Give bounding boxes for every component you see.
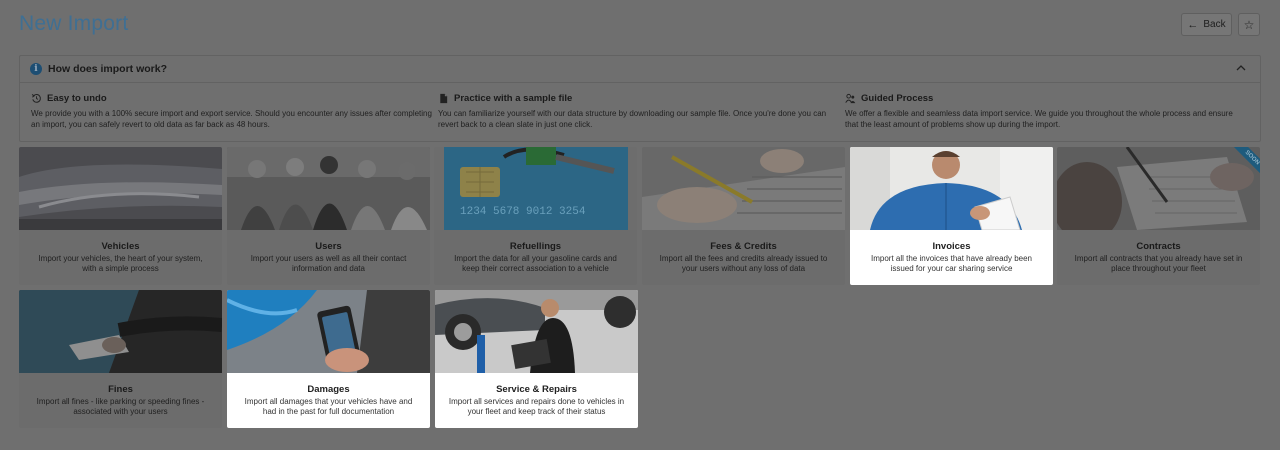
card-title: Invoices xyxy=(932,241,971,252)
card-description: Import all services and repairs done to … xyxy=(448,397,625,416)
card-title: Fines xyxy=(108,384,133,395)
info-panel-header[interactable]: i How does import work? xyxy=(20,56,1260,83)
card-title: Contracts xyxy=(1136,241,1181,252)
import-info-panel: i How does import work? Easy to undo We … xyxy=(19,55,1261,142)
star-icon: ☆ xyxy=(1243,17,1255,32)
card-title: Vehicles xyxy=(101,241,140,252)
import-card-fines[interactable]: Fines Import all fines - like parking or… xyxy=(19,290,222,428)
card-description: Import all the invoices that have alread… xyxy=(871,254,1032,273)
info-col-text: You can familiarize yourself with our da… xyxy=(438,109,827,129)
import-card-refuellings[interactable]: 1234 5678 9012 3254 Refuellings Import t… xyxy=(434,147,637,285)
info-title: How does import work? xyxy=(48,63,168,75)
card-description: Import all fines - like parking or speed… xyxy=(36,397,205,416)
info-col-undo: Easy to undo We provide you with a 100% … xyxy=(31,93,438,130)
contracts-image xyxy=(1057,147,1260,230)
card-description: Import your users as well as all their c… xyxy=(250,254,407,273)
fees-credits-image xyxy=(642,147,845,230)
page-title: New Import xyxy=(19,12,129,35)
info-col-title: Practice with a sample file xyxy=(454,93,573,104)
invoices-image xyxy=(850,147,1053,230)
info-col-sample: Practice with a sample file You can fami… xyxy=(438,93,845,130)
back-label: Back xyxy=(1203,19,1226,30)
import-card-users[interactable]: Users Import your users as well as all t… xyxy=(227,147,430,285)
import-card-damages[interactable]: Damages Import all damages that your veh… xyxy=(227,290,430,428)
service-repairs-image xyxy=(435,290,638,373)
info-col-text: We offer a flexible and seamless data im… xyxy=(845,109,1233,129)
fines-image xyxy=(19,290,222,373)
card-title: Refuellings xyxy=(509,241,562,252)
damages-image xyxy=(227,290,430,373)
file-icon xyxy=(440,93,448,104)
card-title: Fees & Credits xyxy=(710,241,777,252)
card-number-text: 1234 5678 9012 3254 xyxy=(460,206,586,218)
card-description: Import all contracts that you already ha… xyxy=(1074,254,1243,273)
card-description: Import all the fees and credits already … xyxy=(659,254,828,273)
refuellings-image: 1234 5678 9012 3254 xyxy=(434,147,637,230)
users-image xyxy=(227,147,430,230)
import-card-fees-credits[interactable]: Fees & Credits Import all the fees and c… xyxy=(642,147,845,285)
card-description: Import your vehicles, the heart of your … xyxy=(38,254,203,273)
card-title: Damages xyxy=(307,384,350,395)
import-card-invoices[interactable]: Invoices Import all the invoices that ha… xyxy=(850,147,1053,285)
info-col-title: Guided Process xyxy=(861,93,934,104)
card-description: Import the data for all your gasoline ca… xyxy=(454,254,617,273)
vehicles-image xyxy=(19,147,222,230)
import-card-vehicles[interactable]: Vehicles Import your vehicles, the heart… xyxy=(19,147,222,285)
people-icon xyxy=(845,93,856,104)
import-card-contracts[interactable]: SOON Contracts Import all contracts that… xyxy=(1057,147,1260,285)
card-title: Users xyxy=(315,241,342,252)
favorite-star-button[interactable]: ☆ xyxy=(1238,13,1260,36)
import-card-service-repairs[interactable]: Service & Repairs Import all services an… xyxy=(435,290,638,428)
info-col-text: We provide you with a 100% secure import… xyxy=(31,109,432,129)
info-col-guided: Guided Process We offer a flexible and s… xyxy=(845,93,1252,130)
back-button[interactable]: ← Back xyxy=(1181,13,1232,36)
undo-icon xyxy=(31,94,41,103)
info-col-title: Easy to undo xyxy=(47,93,107,104)
card-title: Service & Repairs xyxy=(496,384,577,395)
chevron-up-icon[interactable] xyxy=(1236,63,1246,73)
info-icon: i xyxy=(30,63,42,75)
card-description: Import all damages that your vehicles ha… xyxy=(244,397,413,416)
arrow-left-icon: ← xyxy=(1187,18,1199,31)
